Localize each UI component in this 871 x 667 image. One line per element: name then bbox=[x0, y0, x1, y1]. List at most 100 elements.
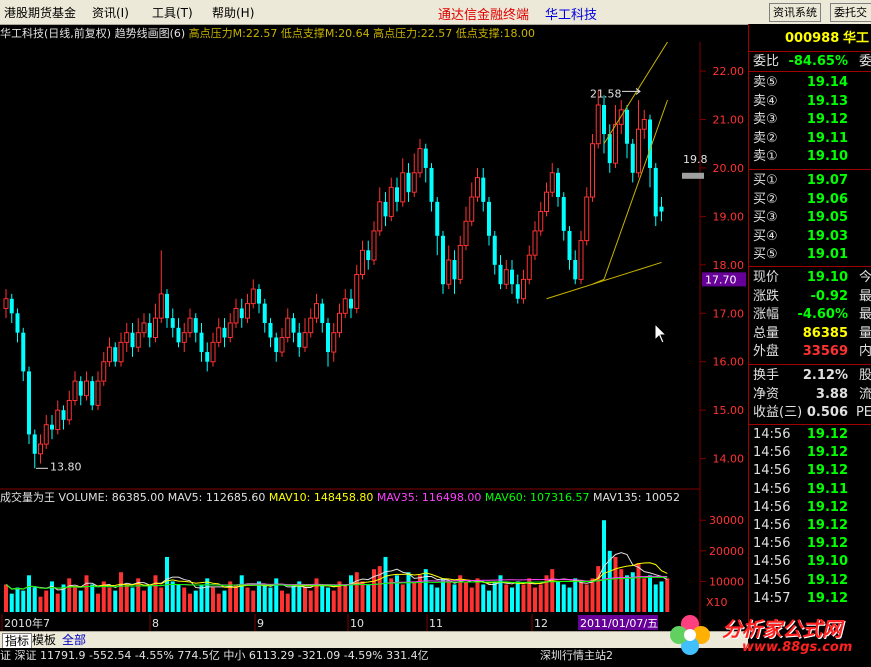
tick-row-value: 19.12 bbox=[806, 463, 848, 479]
volume-bar bbox=[504, 584, 509, 612]
tick-row-label: 14:56 bbox=[753, 463, 791, 479]
volume-bar bbox=[188, 593, 192, 612]
volume-bar bbox=[78, 590, 83, 612]
volume-bar bbox=[429, 584, 434, 612]
quote-panel: 000988 华工 委比 -84.65% 委卖⑤ 19.14 卖④ 19.13 卖③ 19.12 卖… bbox=[748, 24, 871, 638]
price-tick-label: 16.00 bbox=[713, 356, 745, 369]
price-tag-label: 17.70 bbox=[705, 273, 737, 286]
menu-help[interactable]: 帮助(H) bbox=[212, 4, 254, 21]
volume-bar bbox=[262, 584, 267, 612]
volume-bar bbox=[234, 584, 238, 612]
candle-body-up bbox=[308, 317, 314, 334]
candle-body-down bbox=[435, 201, 440, 236]
volume-bar bbox=[90, 584, 95, 612]
candle-body-down bbox=[366, 250, 371, 260]
volume-bar bbox=[124, 584, 129, 612]
bid-row-value: 19.07 bbox=[806, 173, 848, 188]
mav35-value: 116498.00 bbox=[421, 491, 482, 504]
kline-chart[interactable]: 22.00 21.00 20.00 19.00 18.00 17.00 16.00 15.00… bbox=[0, 42, 748, 631]
candle-body-up bbox=[107, 346, 112, 363]
candle-body-down bbox=[567, 230, 572, 260]
order-ratio: 委比 -84.65% 委 bbox=[751, 53, 871, 71]
trendlines-group bbox=[546, 42, 668, 300]
volume-bar bbox=[642, 578, 647, 612]
menu-tools[interactable]: 工具(T) bbox=[152, 4, 193, 21]
candle-body-up bbox=[377, 201, 383, 232]
candle-body-up bbox=[55, 409, 61, 431]
candle-body-up bbox=[590, 143, 595, 198]
stat-row-value: 19.10 bbox=[806, 270, 848, 285]
volume-bar bbox=[573, 578, 578, 612]
volume-bar bbox=[44, 590, 49, 612]
fundamental-row: 收益(三) 0.506 PE bbox=[751, 404, 871, 422]
bid-row: 买② 19.06 bbox=[751, 191, 871, 209]
order-ratio-label: 委比 bbox=[753, 54, 780, 69]
menu-info[interactable]: 资讯(I) bbox=[92, 4, 129, 21]
volume-bar bbox=[159, 587, 164, 612]
price-tick-label: 17.00 bbox=[713, 307, 745, 320]
volume-bars bbox=[4, 520, 670, 612]
volume-bar bbox=[395, 575, 399, 612]
ask-row-label: 卖④ bbox=[753, 93, 778, 109]
candle-body-up bbox=[158, 293, 164, 319]
hp-label: 高点压力M: bbox=[188, 27, 246, 40]
volume-bar bbox=[619, 569, 624, 612]
candle-body-up bbox=[141, 322, 147, 334]
tick-row-label: 14:56 bbox=[753, 518, 791, 533]
volume-axis: 30000 20000 10000 X10 bbox=[706, 514, 744, 609]
tick-row-label: 14:57 bbox=[753, 590, 791, 606]
candle-body-up bbox=[354, 274, 360, 309]
candle-body-up bbox=[618, 109, 624, 125]
candle-body-down bbox=[653, 167, 658, 217]
fundamental-row-label: 换手 bbox=[753, 368, 780, 383]
candle-body-down bbox=[625, 109, 629, 144]
ask-row-value: 19.14 bbox=[806, 75, 848, 90]
candle-body-down bbox=[130, 332, 135, 348]
stat-row-extra: 最 bbox=[858, 307, 871, 322]
stat-row: 涨跌 -0.92 最 bbox=[751, 288, 871, 306]
tab-all[interactable]: 全部 bbox=[62, 633, 86, 648]
market-index-text: 证 深证 11791.9 -552.54 -4.55% 774.5亿 中小 61… bbox=[0, 649, 429, 662]
volume-bar bbox=[245, 587, 250, 612]
vol-value: 86385.00 bbox=[111, 491, 165, 504]
candle-body-up bbox=[371, 230, 377, 261]
stat-row: 外盘 33569 内 bbox=[751, 343, 871, 361]
tab-template[interactable]: 模板 bbox=[32, 633, 56, 648]
candle-body-down bbox=[257, 289, 261, 304]
candle-body-up bbox=[388, 186, 394, 217]
ask-row: 卖② 19.11 bbox=[751, 130, 871, 148]
volume-bar bbox=[383, 556, 388, 612]
chart-title: 华工科技(日线,前复权) 趋势线画图(6) bbox=[0, 27, 186, 40]
trade-button[interactable]: 委托交 bbox=[830, 3, 871, 22]
right-price-label: 19.8 bbox=[683, 153, 708, 166]
info-system-button[interactable]: 资讯系统 bbox=[769, 3, 821, 22]
volume-grid bbox=[700, 519, 706, 582]
volume-bar bbox=[360, 581, 365, 612]
candle-body-up bbox=[72, 380, 78, 401]
volume-bar bbox=[452, 584, 457, 612]
stat-row-extra: 内 bbox=[858, 344, 871, 359]
candle-body-up bbox=[302, 332, 308, 348]
tick-row-value: 19.12 bbox=[806, 536, 848, 552]
candle-body-down bbox=[274, 337, 279, 353]
candle-body-down bbox=[222, 327, 227, 338]
volume-bar bbox=[648, 575, 652, 612]
stat-row: 涨幅 -4.60% 最 bbox=[751, 306, 871, 324]
volume-bar bbox=[314, 578, 319, 612]
candle-body-down bbox=[61, 410, 66, 420]
menu-hk-futures[interactable]: 港股期货基金 bbox=[4, 4, 76, 21]
volume-bar bbox=[533, 587, 537, 612]
volume-bar bbox=[475, 578, 480, 612]
bid-row-value: 19.06 bbox=[806, 191, 848, 207]
candle-body-up bbox=[463, 220, 469, 246]
stock-name: 华工 bbox=[843, 31, 870, 46]
volume-bar bbox=[492, 581, 497, 612]
fundamental-row: 净资 3.88 流 bbox=[751, 386, 871, 404]
candle-body-up bbox=[526, 254, 532, 280]
fundamental-row-label: 净资 bbox=[753, 386, 780, 402]
volume-bar bbox=[366, 584, 371, 612]
volume-bar bbox=[308, 590, 313, 612]
server-message: 深圳行情主站2 bbox=[540, 649, 613, 662]
tick-row-value: 19.12 bbox=[806, 499, 848, 515]
tick-row-value: 19.12 bbox=[806, 445, 848, 461]
